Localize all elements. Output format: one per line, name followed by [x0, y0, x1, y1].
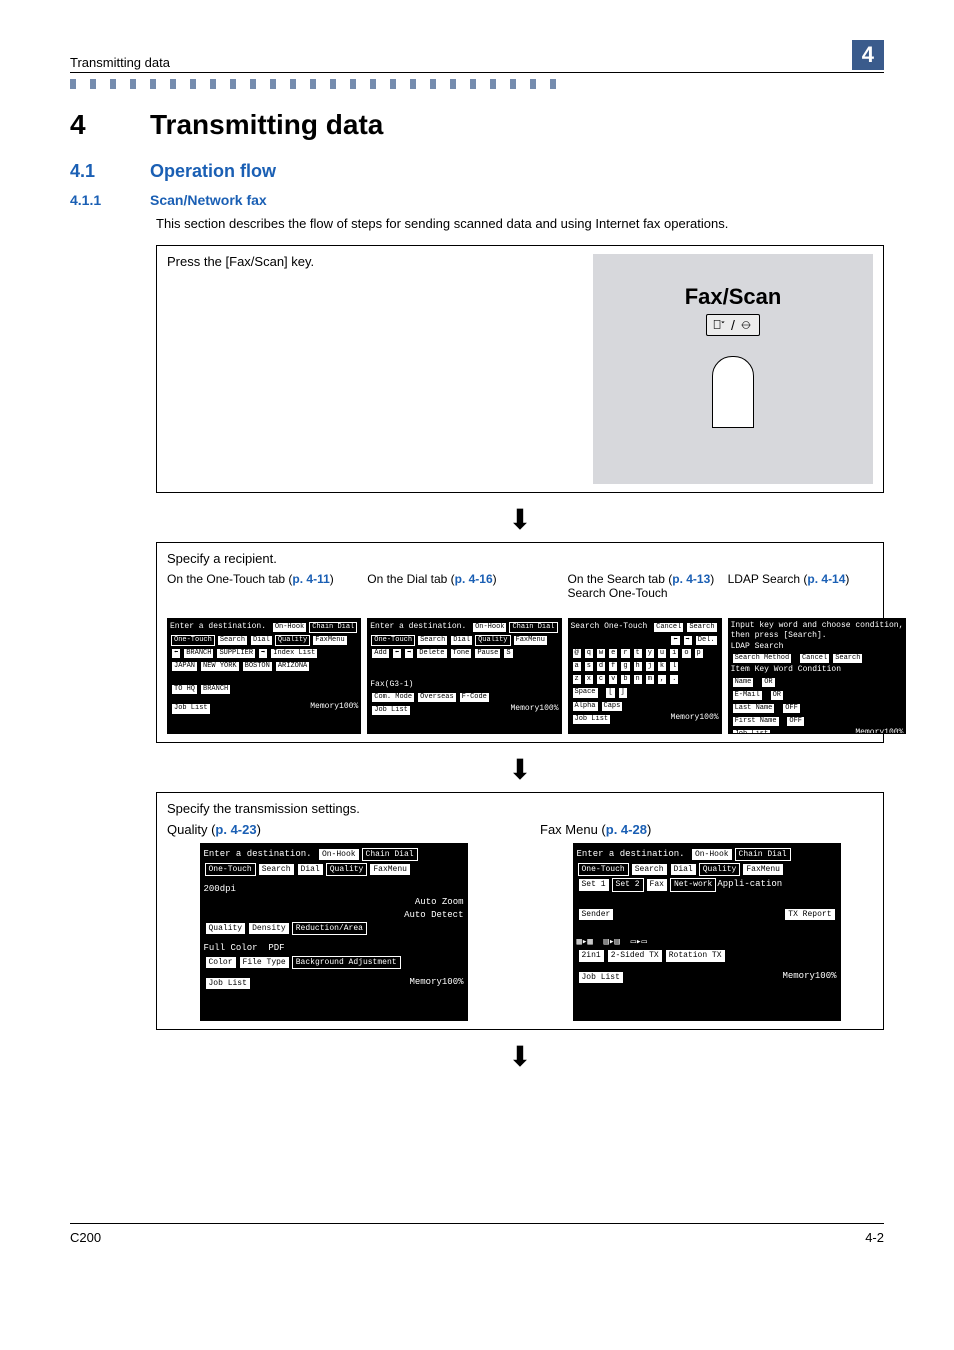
col-onetouch: On the One-Touch tab (p. 4-11) Enter a d…: [167, 572, 361, 734]
decorative-ticks: [70, 79, 558, 89]
faxmenu-col: Fax Menu (p. 4-28) Enter a destination. …: [540, 822, 873, 1021]
step1-panel: Press the [Fax/Scan] key. Fax/Scan /: [156, 245, 884, 493]
step1-text: Press the [Fax/Scan] key.: [167, 254, 583, 269]
link-p4-28[interactable]: p. 4-28: [606, 822, 647, 837]
finger-icon: [712, 356, 754, 428]
page-header: Transmitting data 4: [70, 40, 884, 73]
faxscan-key-image: Fax/Scan /: [593, 254, 873, 484]
page-footer: C200 4-2: [70, 1223, 884, 1245]
arrow-down-icon: ⬇: [156, 753, 884, 786]
step2-text: Specify a recipient.: [167, 551, 873, 566]
header-title: Transmitting data: [70, 55, 170, 70]
link-p4-16[interactable]: p. 4-16: [455, 572, 493, 586]
screen-search: Search One-Touch CancelSearch ⬅➡Del. @qw…: [568, 618, 722, 734]
screen-onetouch: Enter a destination. On-HookChain Dial O…: [167, 618, 361, 734]
step3-panel: Specify the transmission settings. Quali…: [156, 792, 884, 1030]
screen-faxmenu: Enter a destination. On-HookChain Dial O…: [573, 843, 841, 1021]
faxscan-key-icon: /: [706, 314, 760, 336]
scan-icon: [739, 318, 753, 332]
heading-1: 4Transmitting data: [70, 109, 884, 141]
link-p4-11[interactable]: p. 4-11: [292, 572, 329, 586]
arrow-down-icon: ⬇: [156, 503, 884, 536]
heading-2: 4.1Operation flow: [70, 161, 884, 182]
link-p4-13[interactable]: p. 4-13: [672, 572, 710, 586]
col-ldap: LDAP Search (p. 4-14) Input key word and…: [728, 572, 907, 734]
phone-doc-icon: [713, 318, 727, 332]
quality-col: Quality (p. 4-23) Enter a destination. O…: [167, 822, 500, 1021]
header-chapter: 4: [852, 40, 884, 70]
step2-panel: Specify a recipient. On the One-Touch ta…: [156, 542, 884, 743]
arrow-down-icon: ⬇: [156, 1040, 884, 1073]
intro-text: This section describes the flow of steps…: [156, 216, 884, 231]
col-search: On the Search tab (p. 4-13) Search One-T…: [568, 572, 722, 734]
link-p4-14[interactable]: p. 4-14: [807, 572, 845, 586]
screen-dial: Enter a destination. On-HookChain Dial O…: [367, 618, 561, 734]
link-p4-23[interactable]: p. 4-23: [215, 822, 256, 837]
screen-quality: Enter a destination. On-HookChain Dial O…: [200, 843, 468, 1021]
screen-ldap: Input key word and choose condition, the…: [728, 618, 907, 734]
footer-left: C200: [70, 1230, 101, 1245]
step3-text: Specify the transmission settings.: [167, 801, 873, 816]
faxscan-label: Fax/Scan: [685, 284, 782, 310]
footer-right: 4-2: [865, 1230, 884, 1245]
heading-3: 4.1.1Scan/Network fax: [70, 192, 884, 208]
col-dial: On the Dial tab (p. 4-16) Enter a destin…: [367, 572, 561, 734]
